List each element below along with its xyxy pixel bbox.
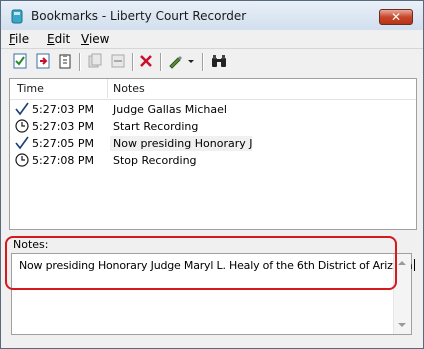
pen-icon[interactable] bbox=[167, 53, 183, 69]
close-button[interactable]: ✕ bbox=[379, 9, 413, 25]
toolbar bbox=[1, 49, 423, 75]
check-icon bbox=[15, 102, 29, 116]
notes-highlight-annotation bbox=[5, 236, 397, 290]
binoculars-icon[interactable] bbox=[211, 53, 227, 69]
title-bar[interactable]: Bookmarks - Liberty Court Recorder ✕ bbox=[1, 1, 423, 30]
list-item[interactable]: 5:27:05 PM Now presiding Honorary J... bbox=[10, 135, 416, 152]
clock-icon bbox=[15, 153, 29, 167]
scroll-down-icon[interactable] bbox=[398, 323, 406, 327]
row-time: 5:27:03 PM bbox=[32, 103, 95, 116]
toolbar-separator bbox=[132, 53, 134, 71]
disabled-copy-icon[interactable] bbox=[87, 53, 103, 69]
toolbar-separator bbox=[202, 53, 204, 71]
menu-bar: File Edit View bbox=[1, 30, 423, 48]
menu-view-accel: V bbox=[81, 32, 89, 46]
menu-file-label: ile bbox=[15, 32, 30, 46]
app-icon bbox=[11, 9, 23, 24]
menu-file[interactable]: File bbox=[9, 32, 29, 46]
text-caret bbox=[413, 259, 415, 271]
bookmarks-list[interactable]: Time Notes 5:27:03 PM Judge Gallas Micha… bbox=[9, 78, 417, 230]
list-item[interactable]: 5:27:03 PM Start Recording bbox=[10, 118, 416, 135]
menu-view-label: iew bbox=[88, 32, 110, 46]
delete-icon[interactable] bbox=[138, 53, 154, 69]
toolbar-separator bbox=[79, 53, 81, 71]
row-note: Start Recording bbox=[113, 120, 199, 133]
column-header-notes[interactable]: Notes bbox=[113, 82, 145, 95]
clipboard-icon[interactable] bbox=[57, 53, 73, 69]
list-item[interactable]: 5:27:03 PM Judge Gallas Michael bbox=[10, 101, 416, 118]
column-header-time[interactable]: Time bbox=[17, 82, 44, 95]
row-note: Judge Gallas Michael bbox=[113, 103, 227, 116]
menu-edit-accel: E bbox=[47, 32, 55, 46]
menu-edit-label: dit bbox=[54, 32, 71, 46]
dropdown-arrow-icon[interactable] bbox=[186, 53, 196, 69]
row-note: Stop Recording bbox=[113, 154, 197, 167]
menu-edit[interactable]: Edit bbox=[47, 32, 70, 46]
clock-icon bbox=[15, 119, 29, 133]
menu-view[interactable]: View bbox=[81, 32, 109, 46]
export-icon[interactable] bbox=[35, 53, 51, 69]
bookmarks-window: Bookmarks - Liberty Court Recorder ✕ Fil… bbox=[0, 0, 424, 349]
disabled-move-icon[interactable] bbox=[110, 53, 126, 69]
scroll-up-icon[interactable] bbox=[398, 261, 406, 265]
column-divider[interactable] bbox=[107, 79, 108, 98]
row-note: Now presiding Honorary J... bbox=[110, 136, 252, 151]
row-time: 5:27:05 PM bbox=[32, 137, 95, 150]
list-header: Time Notes bbox=[10, 79, 416, 100]
row-time: 5:27:08 PM bbox=[32, 154, 95, 167]
row-time: 5:27:03 PM bbox=[32, 120, 95, 133]
check-bookmark-icon[interactable] bbox=[12, 53, 28, 69]
window-title: Bookmarks - Liberty Court Recorder bbox=[31, 9, 247, 23]
toolbar-separator bbox=[160, 53, 162, 71]
check-icon bbox=[15, 136, 29, 150]
list-item[interactable]: 5:27:08 PM Stop Recording bbox=[10, 152, 416, 169]
